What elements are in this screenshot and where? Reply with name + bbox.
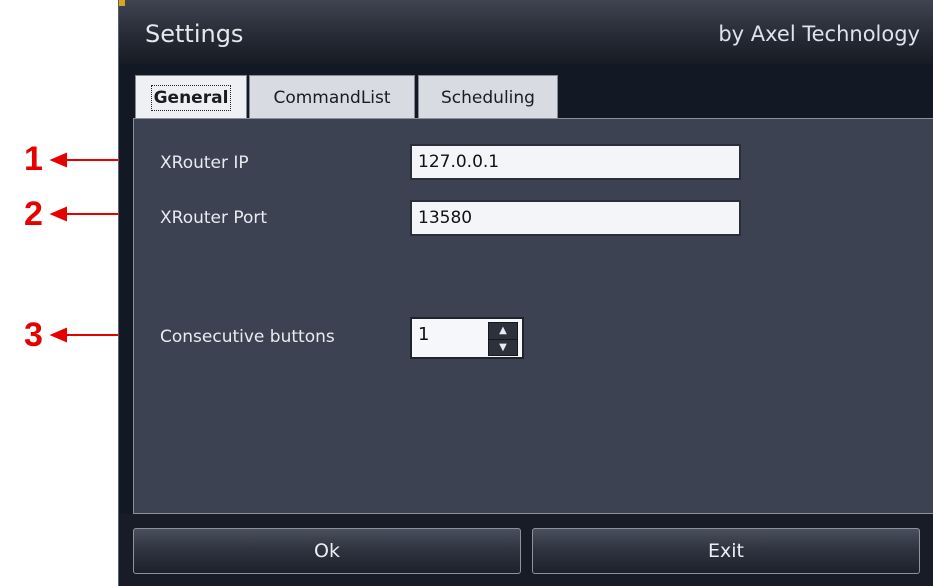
xrouter-ip-label: XRouter IP <box>160 153 249 173</box>
window-corner-accent <box>119 0 125 6</box>
window-title: Settings <box>145 20 244 48</box>
consecutive-buttons-value[interactable]: 1 <box>418 324 429 345</box>
tab-scheduling[interactable]: Scheduling <box>418 75 558 119</box>
title-bar: Settings by Axel Technology <box>119 0 933 64</box>
exit-button[interactable]: Exit <box>532 528 920 574</box>
tab-scheduling-label: Scheduling <box>441 88 535 108</box>
brand-label: by Axel Technology <box>718 22 920 46</box>
annotation-arrowhead-1 <box>49 152 67 168</box>
tab-commandlist[interactable]: CommandList <box>249 75 415 119</box>
annotation-number-3: 3 <box>24 316 43 354</box>
tab-commandlist-label: CommandList <box>273 88 391 108</box>
xrouter-ip-input[interactable]: 127.0.0.1 <box>410 144 741 180</box>
annotation-number-1: 1 <box>24 140 43 178</box>
ok-button[interactable]: Ok <box>133 528 521 574</box>
consecutive-buttons-stepper[interactable]: 1 ▲ ▼ <box>410 317 524 359</box>
consecutive-buttons-label: Consecutive buttons <box>160 327 335 347</box>
tab-general-label: General <box>150 85 232 111</box>
general-tab-panel: XRouter IP 127.0.0.1 XRouter Port 13580 … <box>133 118 933 514</box>
stepper-buttons: ▲ ▼ <box>488 322 518 356</box>
annotation-arrowhead-3 <box>49 327 67 343</box>
button-bar: Ok Exit <box>119 514 933 586</box>
xrouter-port-label: XRouter Port <box>160 208 268 228</box>
tab-general[interactable]: General <box>135 75 247 119</box>
settings-window: Settings by Axel Technology General Comm… <box>118 0 933 586</box>
annotation-arrowhead-2 <box>49 206 67 222</box>
stepper-up-icon[interactable]: ▲ <box>489 323 517 339</box>
stepper-down-icon[interactable]: ▼ <box>489 339 517 356</box>
xrouter-port-input[interactable]: 13580 <box>410 200 741 236</box>
annotation-number-2: 2 <box>24 195 43 233</box>
